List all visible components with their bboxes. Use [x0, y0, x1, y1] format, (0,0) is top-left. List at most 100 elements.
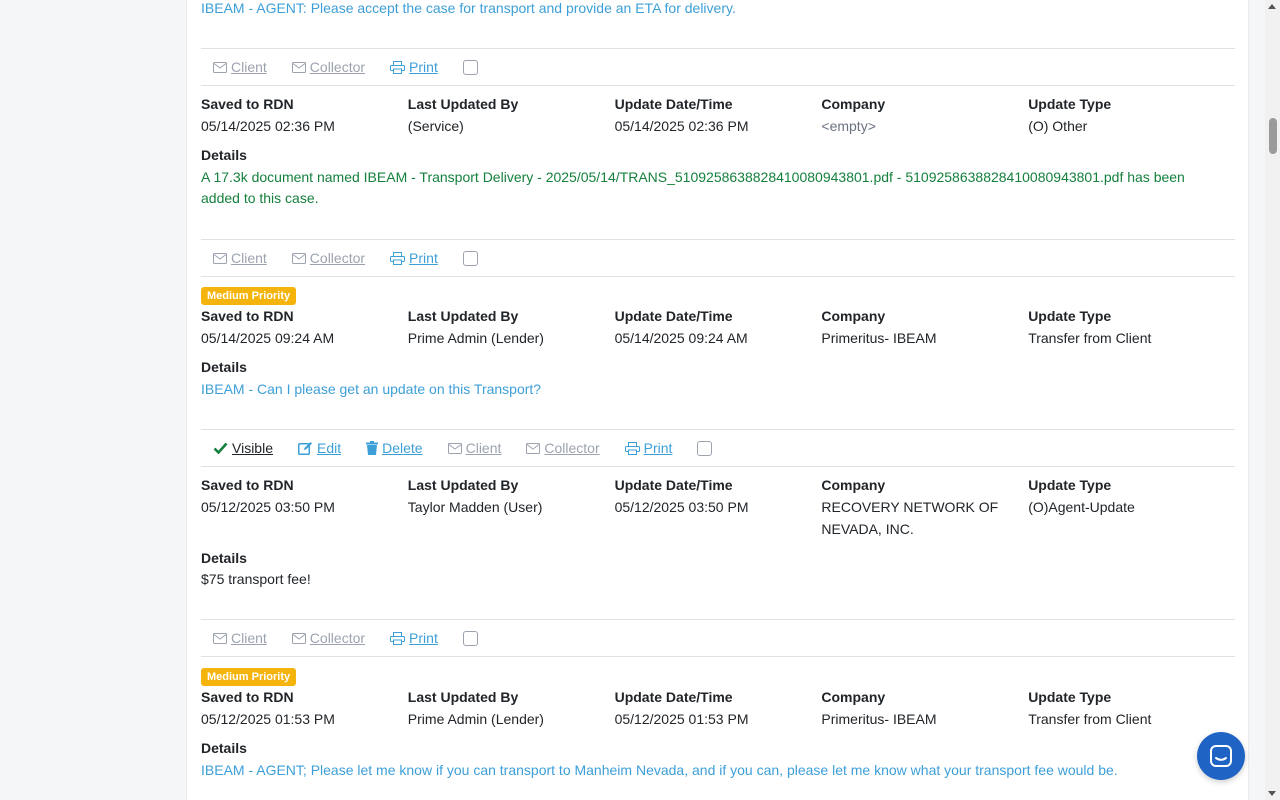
saved-label: Saved to RDN [201, 689, 294, 705]
datetime-label: Update Date/Time [614, 308, 733, 324]
company-value: Primeritus- IBEAM [821, 330, 937, 346]
details-label: Details [201, 550, 247, 566]
scroll-down-arrow[interactable] [1268, 791, 1276, 796]
details-label: Details [201, 359, 247, 375]
envelope-icon [291, 632, 306, 644]
printer-icon [390, 251, 406, 265]
datetime-label: Update Date/Time [614, 689, 733, 705]
saved-label: Saved to RDN [201, 477, 294, 493]
scrollbar-thumb[interactable] [1269, 118, 1277, 154]
update-details-text: A 17.3k document named IBEAM - Transport… [201, 169, 1185, 206]
printer-icon [390, 631, 406, 645]
updated-by-label: Last Updated By [407, 96, 519, 112]
print-button[interactable]: Print [390, 630, 438, 646]
client-button[interactable]: Client [213, 630, 267, 646]
update-actions-bar: Client Collector Print [201, 619, 1235, 657]
updated-by-value: Prime Admin (Lender) [407, 330, 544, 346]
collector-button[interactable]: Collector [291, 630, 365, 646]
updated-by-label: Last Updated By [407, 308, 519, 324]
saved-label: Saved to RDN [201, 96, 294, 112]
scroll-up-arrow[interactable] [1268, 4, 1276, 9]
check-icon [213, 442, 228, 454]
update-type-value: Transfer from Client [1028, 711, 1152, 727]
printer-icon [624, 441, 640, 455]
envelope-icon [213, 632, 227, 644]
print-button[interactable]: Print [390, 250, 438, 266]
company-value: RECOVERY NETWORK OF NEVADA, INC. [821, 499, 999, 537]
update-type-value: (O)Agent-Update [1028, 499, 1135, 515]
details-label: Details [201, 740, 247, 756]
saved-value: 05/14/2025 09:24 AM [201, 330, 335, 346]
envelope-icon [291, 252, 306, 264]
datetime-value: 05/12/2025 03:50 PM [614, 499, 749, 515]
company-value: <empty> [821, 118, 876, 134]
case-updates-panel: IBEAM - AGENT: Please accept the case fo… [186, 0, 1249, 800]
update-actions-bar: Client Collector Print [201, 48, 1235, 86]
collector-button[interactable]: Collector [291, 250, 365, 266]
updated-by-value: Prime Admin (Lender) [407, 711, 544, 727]
chat-launcher-button[interactable] [1197, 732, 1245, 780]
saved-value: 05/12/2025 01:53 PM [201, 711, 335, 727]
datetime-value: 05/12/2025 01:53 PM [614, 711, 749, 727]
update-actions-bar: Client Collector Print [201, 239, 1235, 277]
updated-by-value: (Service) [407, 118, 464, 134]
datetime-label: Update Date/Time [614, 96, 733, 112]
update-details-text: IBEAM - AGENT; Please let me know if you… [201, 762, 1118, 778]
details-label: Details [201, 147, 247, 163]
saved-value: 05/14/2025 02:36 PM [201, 118, 335, 134]
priority-badge: Medium Priority [201, 287, 297, 305]
page-scrollbar[interactable] [1265, 0, 1280, 800]
update-type-label: Update Type [1028, 477, 1112, 493]
datetime-value: 05/14/2025 09:24 AM [614, 330, 748, 346]
update-meta-row: Saved to RDN 05/12/2025 03:50 PM Last Upd… [201, 475, 1235, 540]
visible-toggle[interactable]: Visible [213, 440, 273, 456]
update-meta-row: Saved to RDN 05/14/2025 02:36 PM Last Upd… [201, 94, 1235, 138]
updated-by-value: Taylor Madden (User) [407, 499, 543, 515]
update-meta-row: Saved to RDN 05/12/2025 01:53 PM Last Upd… [201, 687, 1235, 731]
envelope-icon [526, 442, 541, 454]
collector-button[interactable]: Collector [291, 59, 365, 75]
client-button[interactable]: Client [447, 440, 501, 456]
envelope-icon [213, 61, 227, 73]
updated-by-label: Last Updated By [407, 689, 519, 705]
select-checkbox[interactable] [462, 250, 478, 266]
datetime-label: Update Date/Time [614, 477, 733, 493]
update-type-label: Update Type [1028, 308, 1112, 324]
update-type-value: Transfer from Client [1028, 330, 1152, 346]
update-meta-row: Saved to RDN 05/14/2025 09:24 AM Last Upd… [201, 306, 1235, 350]
company-label: Company [821, 477, 886, 493]
trash-icon [366, 441, 379, 455]
delete-button[interactable]: Delete [366, 440, 423, 456]
datetime-value: 05/14/2025 02:36 PM [614, 118, 749, 134]
company-label: Company [821, 96, 886, 112]
update-details-text: IBEAM - Can I please get an update on th… [201, 381, 542, 397]
print-button[interactable]: Print [390, 59, 438, 75]
select-checkbox[interactable] [462, 630, 478, 646]
update-actions-bar: Visible Edit Delete Client Collector Pri… [201, 429, 1235, 467]
collector-button[interactable]: Collector [526, 440, 600, 456]
print-button[interactable]: Print [624, 440, 672, 456]
client-button[interactable]: Client [213, 59, 267, 75]
select-checkbox[interactable] [697, 440, 713, 456]
update-type-value: (O) Other [1028, 118, 1088, 134]
edit-button[interactable]: Edit [298, 440, 341, 456]
saved-value: 05/12/2025 03:50 PM [201, 499, 335, 515]
priority-badge: Medium Priority [201, 668, 297, 686]
update-type-label: Update Type [1028, 689, 1112, 705]
client-button[interactable]: Client [213, 250, 267, 266]
updated-by-label: Last Updated By [407, 477, 519, 493]
update-type-label: Update Type [1028, 96, 1112, 112]
saved-label: Saved to RDN [201, 308, 294, 324]
edit-icon [298, 442, 312, 455]
chat-icon [1210, 745, 1232, 767]
update-details-text: $75 transport fee! [201, 571, 311, 587]
company-label: Company [821, 689, 886, 705]
envelope-icon [291, 61, 306, 73]
envelope-icon [213, 252, 227, 264]
update-details-text: IBEAM - AGENT: Please accept the case fo… [201, 0, 736, 16]
company-value: Primeritus- IBEAM [821, 711, 937, 727]
printer-icon [390, 60, 406, 74]
select-checkbox[interactable] [462, 59, 478, 75]
envelope-icon [447, 442, 462, 454]
company-label: Company [821, 308, 886, 324]
